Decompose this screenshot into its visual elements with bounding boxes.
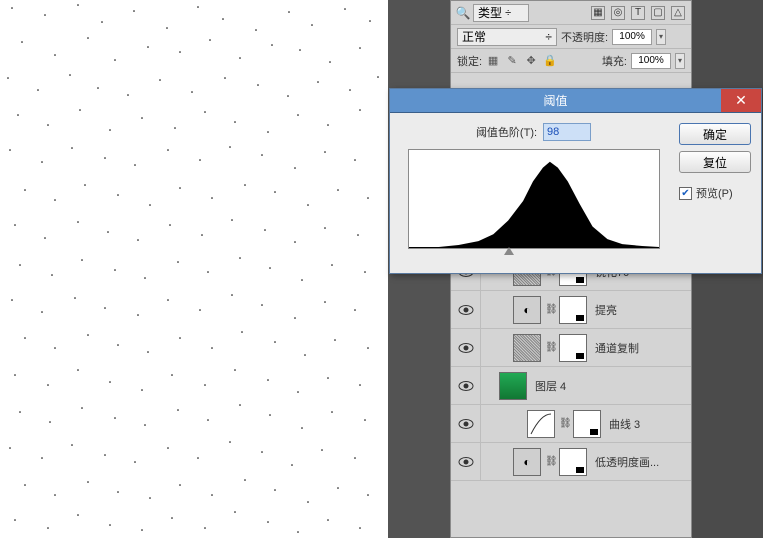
close-button[interactable]: ✕ — [721, 89, 761, 112]
histogram[interactable] — [408, 149, 660, 249]
threshold-field-row: 阈值色阶(T): — [400, 123, 667, 141]
link-icon[interactable]: ⛓ — [559, 418, 569, 429]
visibility-toggle[interactable] — [451, 329, 481, 366]
fill-value[interactable]: 100% — [631, 53, 671, 69]
canvas[interactable] — [0, 0, 388, 538]
threshold-dialog: 阈值 ✕ 阈值色阶(T): 确定 复位 ✔ 预览(P) — [389, 88, 762, 274]
layer-name[interactable]: 曲线 3 — [609, 416, 640, 432]
dialog-title: 阈值 — [390, 92, 721, 109]
blend-row: 正常÷ 不透明度: 100% ▾ — [451, 25, 691, 49]
visibility-toggle[interactable] — [451, 367, 481, 404]
layer-mask-thumbnail[interactable] — [559, 334, 587, 362]
layer-name[interactable]: 通道复制 — [595, 340, 639, 356]
layer-row[interactable]: ◐ ⛓ 提亮 — [451, 291, 691, 329]
lock-label: 锁定: — [457, 53, 482, 69]
layer-row[interactable]: ◐ ⛓ 低透明度画... — [451, 443, 691, 481]
layer-thumbnail[interactable] — [513, 334, 541, 362]
lock-row: 锁定: ▦ ✎ ✥ 🔒 填充: 100% ▾ — [451, 49, 691, 73]
threshold-input[interactable] — [543, 123, 591, 141]
layer-name[interactable]: 图层 4 — [535, 378, 566, 394]
layer-row[interactable]: ⛓ 通道复制 — [451, 329, 691, 367]
search-icon: 🔍 — [457, 4, 469, 22]
layer-row[interactable]: ⛓ 曲线 3 — [451, 405, 691, 443]
filter-icon[interactable]: ▢ — [651, 6, 665, 20]
layer-row[interactable]: 图层 4 — [451, 367, 691, 405]
blend-mode-dropdown[interactable]: 正常÷ — [457, 28, 557, 46]
layer-name[interactable]: 提亮 — [595, 302, 617, 318]
threshold-slider[interactable] — [504, 247, 514, 255]
layer-mask-thumbnail[interactable] — [559, 296, 587, 324]
layer-thumbnail[interactable]: ◐ — [513, 448, 541, 476]
layer-name[interactable]: 低透明度画... — [595, 454, 659, 470]
preview-label: 预览(P) — [696, 185, 733, 201]
link-icon[interactable]: ⛓ — [545, 456, 555, 467]
preview-row[interactable]: ✔ 预览(P) — [679, 185, 751, 201]
filter-row: 🔍 类型 ÷ ▦ ◎ T ▢ △ — [451, 1, 691, 25]
visibility-toggle[interactable] — [451, 405, 481, 442]
fill-dropdown-arrow[interactable]: ▾ — [675, 53, 685, 69]
opacity-label: 不透明度: — [561, 29, 608, 45]
opacity-value[interactable]: 100% — [612, 29, 652, 45]
filter-icon[interactable]: T — [631, 6, 645, 20]
dialog-titlebar[interactable]: 阈值 ✕ — [390, 89, 761, 113]
lock-brush-icon[interactable]: ✎ — [505, 54, 519, 68]
layer-thumbnail[interactable] — [527, 410, 555, 438]
filter-icon[interactable]: ◎ — [611, 6, 625, 20]
layer-thumbnail[interactable]: ◐ — [513, 296, 541, 324]
reset-button[interactable]: 复位 — [679, 151, 751, 173]
visibility-toggle[interactable] — [451, 443, 481, 480]
lock-pixels-icon[interactable]: ▦ — [486, 54, 500, 68]
filter-icon[interactable]: ▦ — [591, 6, 605, 20]
ok-button[interactable]: 确定 — [679, 123, 751, 145]
visibility-toggle[interactable] — [451, 291, 481, 328]
fill-label: 填充: — [602, 53, 627, 69]
noise-pattern — [0, 0, 388, 538]
threshold-label: 阈值色阶(T): — [476, 124, 537, 140]
preview-checkbox[interactable]: ✔ — [679, 187, 692, 200]
layer-thumbnail[interactable] — [499, 372, 527, 400]
lock-all-icon[interactable]: 🔒 — [543, 54, 557, 68]
filter-icon[interactable]: △ — [671, 6, 685, 20]
opacity-dropdown-arrow[interactable]: ▾ — [656, 29, 666, 45]
filter-type-dropdown[interactable]: 类型 ÷ — [473, 4, 529, 22]
link-icon[interactable]: ⛓ — [545, 342, 555, 353]
lock-move-icon[interactable]: ✥ — [524, 54, 538, 68]
layer-mask-thumbnail[interactable] — [559, 448, 587, 476]
link-icon[interactable]: ⛓ — [545, 304, 555, 315]
layer-mask-thumbnail[interactable] — [573, 410, 601, 438]
